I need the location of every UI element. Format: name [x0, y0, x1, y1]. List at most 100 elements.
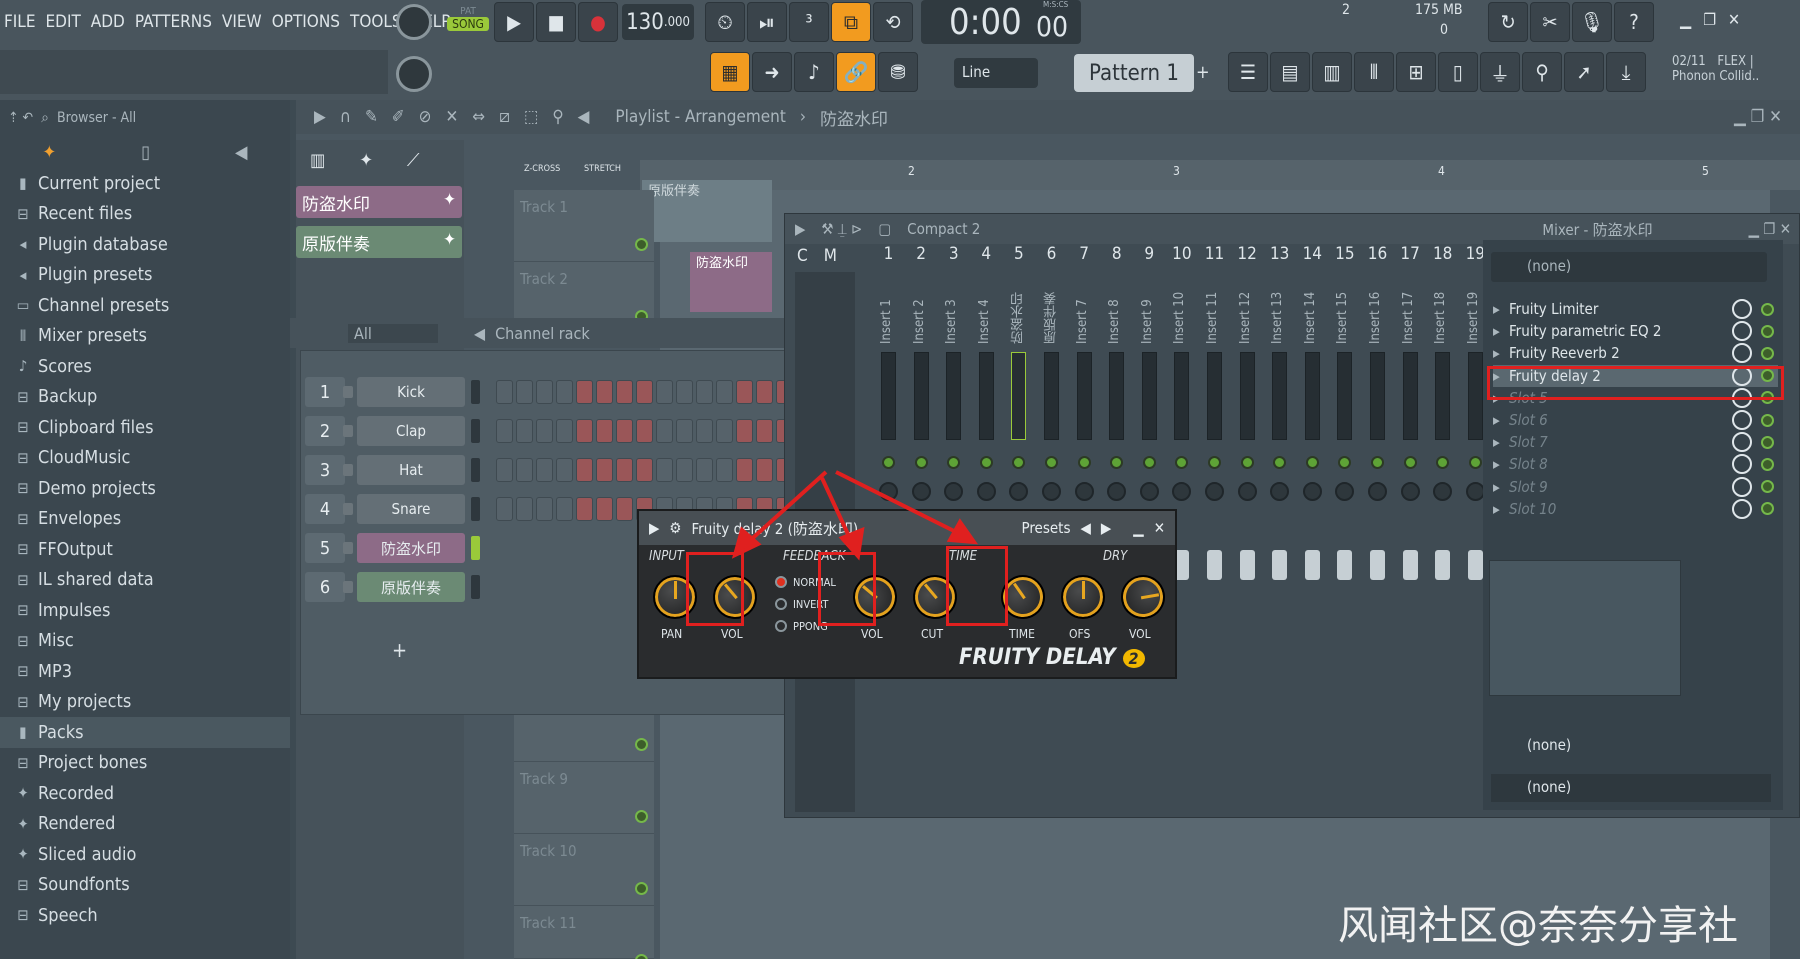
- slot-enable-led-icon[interactable]: [1761, 480, 1774, 494]
- slip-icon[interactable]: ⇔: [472, 107, 485, 127]
- strip-pan-knob[interactable]: [1270, 482, 1290, 501]
- step-button[interactable]: [616, 419, 633, 443]
- channel-select-indicator[interactable]: [471, 380, 480, 404]
- step-button[interactable]: [536, 458, 553, 482]
- channel-select-indicator[interactable]: [471, 458, 480, 482]
- browser-item[interactable]: ⊟ Misc: [0, 626, 290, 657]
- slot-enable-led-icon[interactable]: [1761, 502, 1774, 516]
- browser-item[interactable]: ⫴ Mixer presets: [0, 321, 290, 352]
- master-volume-knob[interactable]: [396, 4, 432, 40]
- step-button[interactable]: [656, 380, 673, 404]
- slot-mix-knob-icon[interactable]: [1732, 498, 1752, 519]
- channel-select-indicator[interactable]: [471, 497, 480, 521]
- browser-item[interactable]: ⊟ IL shared data: [0, 565, 290, 596]
- mixer-strip[interactable]: 15 Insert 15: [1331, 244, 1358, 814]
- step-button[interactable]: [496, 458, 513, 482]
- strip-pan-knob[interactable]: [1139, 482, 1159, 501]
- step-button[interactable]: [596, 497, 613, 521]
- strip-enable-led-icon[interactable]: [1371, 456, 1384, 469]
- strip-fader[interactable]: [1239, 550, 1255, 580]
- channel-button[interactable]: 防盗水印: [357, 533, 465, 563]
- browser-item[interactable]: ⊟ Project bones: [0, 748, 290, 779]
- play-arrow-icon[interactable]: ▶: [314, 107, 326, 127]
- pattern-select[interactable]: Pattern 1: [1074, 54, 1194, 92]
- strip-pan-knob[interactable]: [1042, 482, 1061, 501]
- mixer-strip[interactable]: 11 Insert 11: [1201, 244, 1228, 814]
- audio-clip-watermark[interactable]: 防盗水印: [690, 252, 772, 312]
- speaker-icon[interactable]: ◀: [578, 107, 590, 127]
- channel-number[interactable]: 5: [305, 533, 345, 563]
- wait-input-button[interactable]: ⏯: [747, 2, 787, 42]
- browser-item[interactable]: ⊟ MP3: [0, 656, 290, 687]
- step-button[interactable]: [576, 380, 593, 404]
- stop-button[interactable]: ■: [536, 2, 576, 42]
- news-panel[interactable]: 02/11 FLEX | Phonon Collid..: [1672, 54, 1792, 94]
- slot-enable-led-icon[interactable]: [1761, 435, 1774, 449]
- strip-enable-led-icon[interactable]: [1045, 456, 1058, 469]
- browser-item[interactable]: ✦ Sliced audio: [0, 839, 290, 870]
- step-button[interactable]: [516, 497, 533, 521]
- project-info-button[interactable]: ▯: [1438, 52, 1478, 92]
- browser-item[interactable]: ✦ Rendered: [0, 809, 290, 840]
- step-button[interactable]: [736, 458, 753, 482]
- preset-prev-icon[interactable]: ◀: [1081, 519, 1091, 537]
- strip-enable-led-icon[interactable]: [1240, 456, 1254, 469]
- step-button[interactable]: [556, 380, 573, 404]
- strip-pan-knob[interactable]: [1368, 482, 1387, 501]
- strip-fader[interactable]: [1467, 550, 1483, 580]
- slot-enable-led-icon[interactable]: [1761, 413, 1774, 427]
- menu-add[interactable]: ADD: [91, 12, 125, 32]
- browser-item[interactable]: ⊟ Soundfonts: [0, 870, 290, 901]
- browser-item[interactable]: ⊟ Envelopes: [0, 504, 290, 535]
- step-button[interactable]: [556, 497, 573, 521]
- audio-clip-backing[interactable]: 原版伴奏: [642, 180, 772, 242]
- channel-select-indicator[interactable]: [471, 575, 480, 599]
- browser-item[interactable]: ▮ Current project: [0, 168, 290, 199]
- fx-output-bottom[interactable]: (none): [1491, 774, 1771, 802]
- strip-enable-led-icon[interactable]: [1110, 456, 1124, 469]
- step-edit-button[interactable]: ⧉: [831, 2, 871, 42]
- step-button[interactable]: [756, 419, 773, 443]
- strip-enable-led-icon[interactable]: [1273, 456, 1287, 469]
- step-button[interactable]: [756, 458, 773, 482]
- track-active-led-icon[interactable]: [635, 738, 648, 751]
- step-button[interactable]: [716, 458, 733, 482]
- step-button[interactable]: [696, 458, 713, 482]
- step-button[interactable]: [736, 419, 753, 443]
- preset-next-icon[interactable]: ▶: [1101, 519, 1111, 537]
- track-active-led-icon[interactable]: [635, 810, 648, 823]
- strip-fader[interactable]: [1207, 550, 1222, 580]
- play-button[interactable]: ▶: [494, 2, 534, 42]
- touch-keyboard-button[interactable]: ⚲: [1522, 52, 1562, 92]
- browser-item[interactable]: ⊟ Backup: [0, 382, 290, 413]
- channel-button[interactable]: Snare: [357, 494, 465, 524]
- slice-icon[interactable]: ⧄: [499, 107, 510, 127]
- strip-fader[interactable]: [1370, 550, 1385, 580]
- channel-mute-led-icon[interactable]: [343, 425, 353, 437]
- files-tab-icon[interactable]: ▯: [141, 142, 150, 163]
- step-button[interactable]: [516, 419, 533, 443]
- piano-roll-view-button[interactable]: ▤: [1270, 52, 1310, 92]
- browser-item[interactable]: ◂ Plugin database: [0, 229, 290, 260]
- fx-slot[interactable]: ▸ Slot 7: [1493, 431, 1778, 453]
- snap-select[interactable]: Line: [954, 58, 1038, 88]
- strip-pan-knob[interactable]: [1009, 482, 1029, 501]
- browser-item[interactable]: ◂ Plugin presets: [0, 260, 290, 291]
- step-button[interactable]: [636, 380, 653, 404]
- track-active-led-icon[interactable]: [635, 238, 648, 251]
- fx-slot[interactable]: ▸ Slot 8: [1493, 453, 1778, 475]
- channel-add-button[interactable]: +: [392, 638, 407, 662]
- strip-pan-knob[interactable]: [911, 482, 931, 501]
- slot-mix-knob-icon[interactable]: [1732, 410, 1752, 430]
- track-header[interactable]: Track 9: [514, 762, 654, 834]
- pattern-add-button[interactable]: +: [1196, 62, 1210, 83]
- delay-knob[interactable]: [1061, 575, 1105, 619]
- strip-pan-knob[interactable]: [1172, 482, 1192, 501]
- strip-pan-knob[interactable]: [1433, 482, 1453, 501]
- menu-tools[interactable]: TOOLS: [350, 12, 402, 32]
- fx-slot[interactable]: ▸ Slot 9: [1493, 476, 1778, 498]
- channel-select-indicator[interactable]: [471, 536, 480, 560]
- channel-number[interactable]: 6: [305, 572, 345, 602]
- countdown-button[interactable]: ³: [789, 2, 829, 42]
- picker-piano-icon[interactable]: ▥: [310, 150, 325, 171]
